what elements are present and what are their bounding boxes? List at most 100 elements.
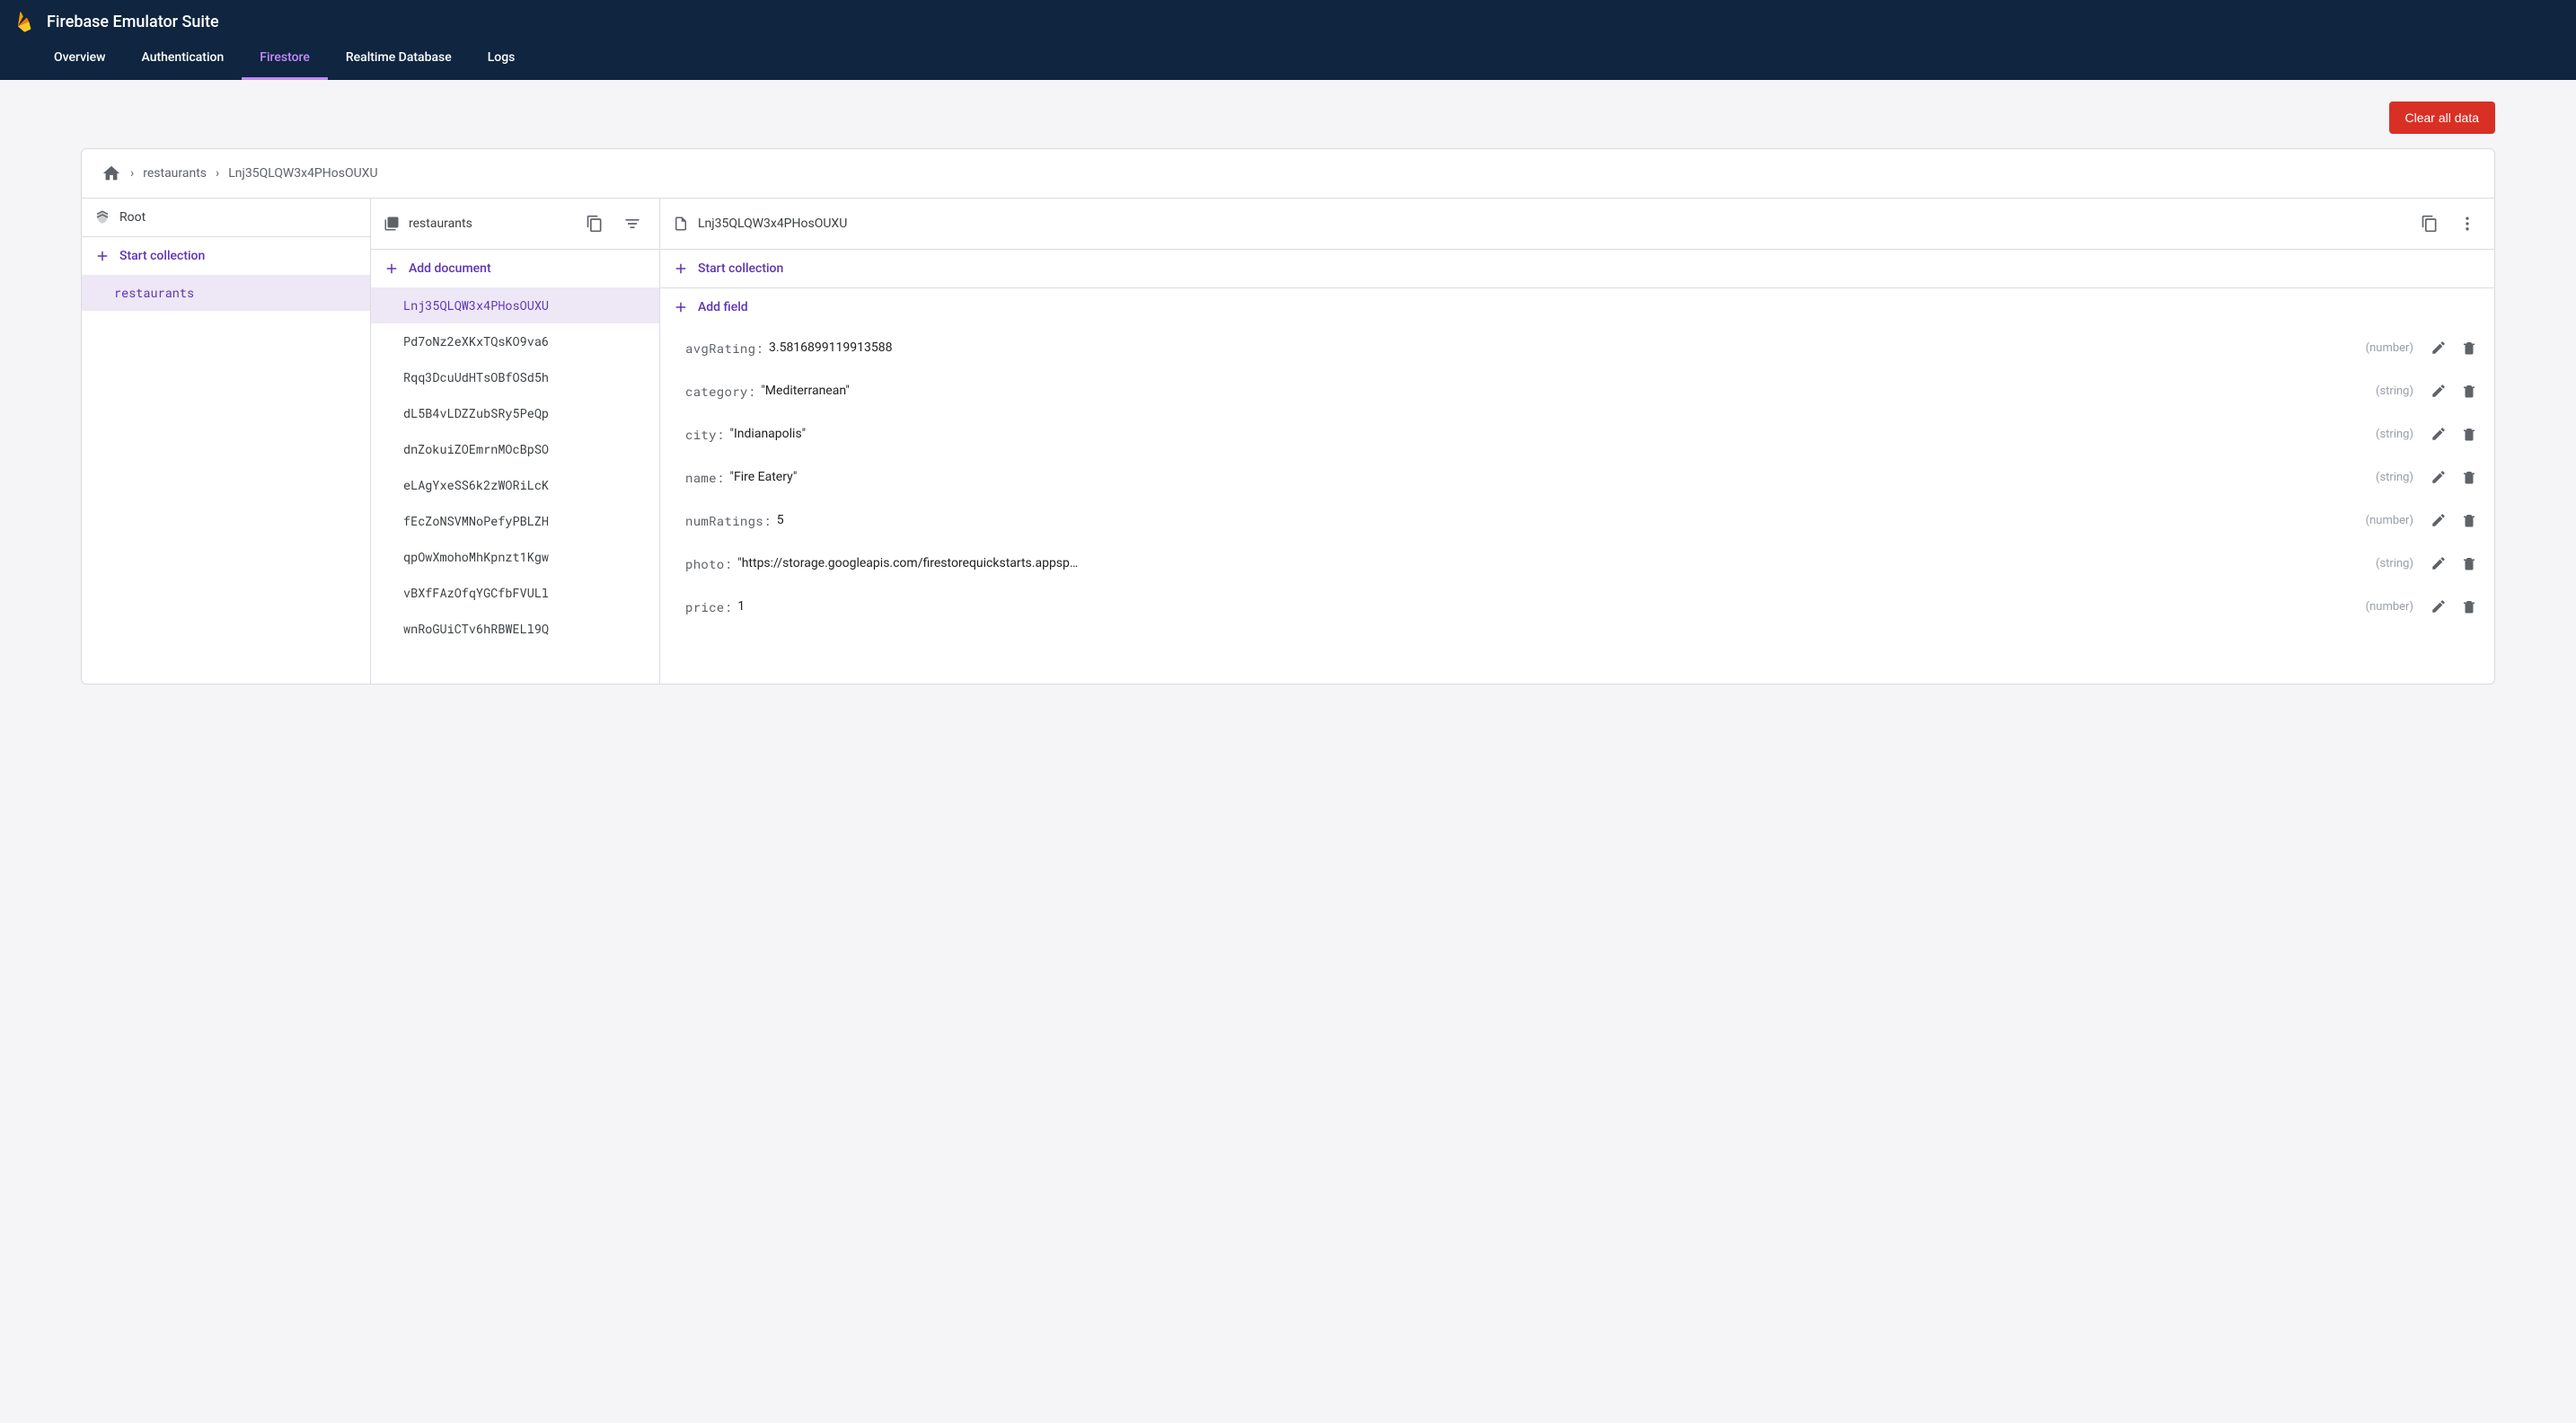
tab-authentication[interactable]: Authentication bbox=[123, 38, 242, 80]
field-actions bbox=[2426, 421, 2482, 446]
field-key: name: bbox=[685, 469, 725, 486]
root-items-list: restaurants bbox=[82, 275, 370, 311]
fields-column: Lnj35QLQW3x4PHosOUXU Start collection bbox=[660, 199, 2494, 684]
add-field-button[interactable]: Add field bbox=[660, 288, 2494, 326]
start-collection-button[interactable]: Start collection bbox=[660, 250, 2494, 287]
field-type: (number) bbox=[2366, 600, 2413, 614]
field-actions bbox=[2426, 551, 2482, 576]
document-items-list: Lnj35QLQW3x4PHosOUXUPd7oNz2eXKxTQsKO9va6… bbox=[371, 287, 659, 647]
field-type: (string) bbox=[2376, 428, 2413, 441]
field-value: "Fire Eatery" bbox=[730, 470, 1072, 484]
document-item[interactable]: Pd7oNz2eXKxTQsKO9va6 bbox=[371, 323, 659, 359]
add-field-label: Add field bbox=[698, 300, 748, 314]
document-item[interactable]: wnRoGUiCTv6hRBWELl9Q bbox=[371, 611, 659, 647]
edit-icon[interactable] bbox=[2426, 421, 2451, 446]
delete-icon[interactable] bbox=[2457, 378, 2482, 403]
field-key: category: bbox=[685, 383, 755, 400]
plus-icon bbox=[673, 261, 689, 277]
plus-icon bbox=[673, 299, 689, 315]
field-key: city: bbox=[685, 426, 725, 443]
fields-column-header: Lnj35QLQW3x4PHosOUXU bbox=[660, 199, 2494, 250]
field-key: avgRating: bbox=[685, 340, 763, 357]
field-actions bbox=[2426, 335, 2482, 360]
field-key: price: bbox=[685, 598, 732, 615]
breadcrumb-segment[interactable]: Lnj35QLQW3x4PHosOUXU bbox=[228, 166, 377, 181]
root-column-header: Root bbox=[82, 199, 370, 237]
plus-icon bbox=[94, 248, 110, 264]
field-row: photo: "https://storage.googleapis.com/fi… bbox=[660, 542, 2494, 585]
nav-tabs: OverviewAuthenticationFirestoreRealtime … bbox=[0, 38, 2576, 80]
field-actions bbox=[2426, 508, 2482, 533]
tab-overview[interactable]: Overview bbox=[36, 38, 123, 80]
field-key: numRatings: bbox=[685, 512, 772, 529]
documents-column: restaurants Add document Lnj35QLQW3x4PHo… bbox=[371, 199, 660, 684]
tab-logs[interactable]: Logs bbox=[470, 38, 534, 80]
delete-icon[interactable] bbox=[2457, 335, 2482, 360]
field-type: (number) bbox=[2366, 341, 2413, 355]
field-value: 1 bbox=[737, 599, 1079, 614]
field-value: 3.5816899119913588 bbox=[769, 340, 1110, 355]
breadcrumb-segment[interactable]: restaurants bbox=[143, 166, 207, 181]
document-item[interactable]: eLAgYxeSS6k2zWORiLcK bbox=[371, 467, 659, 503]
edit-icon[interactable] bbox=[2426, 335, 2451, 360]
firebase-logo-icon bbox=[14, 11, 36, 32]
home-icon[interactable] bbox=[101, 164, 121, 183]
documents-column-header: restaurants bbox=[371, 199, 659, 250]
chevron-right-icon: › bbox=[130, 166, 134, 181]
tab-firestore[interactable]: Firestore bbox=[242, 38, 328, 80]
field-type: (number) bbox=[2366, 514, 2413, 527]
copy-icon[interactable] bbox=[580, 209, 609, 238]
collection-item[interactable]: restaurants bbox=[82, 275, 370, 311]
delete-icon[interactable] bbox=[2457, 464, 2482, 490]
field-value: "Mediterranean" bbox=[761, 384, 1102, 398]
root-column: Root Start collection restaurants bbox=[82, 199, 371, 684]
breadcrumb: › restaurants › Lnj35QLQW3x4PHosOUXU bbox=[82, 149, 2494, 199]
root-column-title: Root bbox=[119, 210, 357, 225]
field-value: "Indianapolis" bbox=[730, 427, 1072, 441]
field-row: avgRating: 3.5816899119913588 (number) bbox=[660, 326, 2494, 369]
start-collection-label: Start collection bbox=[119, 249, 205, 263]
edit-icon[interactable] bbox=[2426, 594, 2451, 619]
delete-icon[interactable] bbox=[2457, 594, 2482, 619]
field-actions bbox=[2426, 378, 2482, 403]
edit-icon[interactable] bbox=[2426, 378, 2451, 403]
delete-icon[interactable] bbox=[2457, 421, 2482, 446]
fields-list: avgRating: 3.5816899119913588 (number) cate… bbox=[660, 326, 2494, 628]
start-collection-button[interactable]: Start collection bbox=[82, 237, 370, 275]
document-item[interactable]: Rqq3DcuUdHTsOBfOSd5h bbox=[371, 359, 659, 395]
document-item[interactable]: fEcZoNSVMNoPefyPBLZH bbox=[371, 503, 659, 539]
tab-realtime-database[interactable]: Realtime Database bbox=[328, 38, 470, 80]
plus-icon bbox=[384, 261, 400, 277]
edit-icon[interactable] bbox=[2426, 464, 2451, 490]
edit-icon[interactable] bbox=[2426, 508, 2451, 533]
field-key: photo: bbox=[685, 555, 732, 572]
document-item[interactable]: dL5B4vLDZZubSRy5PeQp bbox=[371, 395, 659, 431]
field-type: (string) bbox=[2376, 557, 2413, 570]
field-type: (string) bbox=[2376, 471, 2413, 484]
document-item[interactable]: Lnj35QLQW3x4PHosOUXU bbox=[371, 287, 659, 323]
app-title: Firebase Emulator Suite bbox=[47, 13, 219, 31]
field-value: "https://storage.googleapis.com/firestor… bbox=[737, 556, 1079, 570]
field-actions bbox=[2426, 594, 2482, 619]
filter-icon[interactable] bbox=[618, 209, 647, 238]
document-icon bbox=[673, 216, 689, 232]
field-row: name: "Fire Eatery" (string) bbox=[660, 455, 2494, 499]
columns-container: Root Start collection restaurants restau… bbox=[82, 199, 2494, 684]
clear-all-data-button[interactable]: Clear all data bbox=[2389, 102, 2496, 134]
edit-icon[interactable] bbox=[2426, 551, 2451, 576]
document-item[interactable]: dnZokuiZOEmrnMOcBpSO bbox=[371, 431, 659, 467]
root-icon bbox=[94, 209, 110, 225]
copy-icon[interactable] bbox=[2415, 209, 2444, 238]
delete-icon[interactable] bbox=[2457, 508, 2482, 533]
field-row: city: "Indianapolis" (string) bbox=[660, 412, 2494, 455]
field-actions bbox=[2426, 464, 2482, 490]
add-document-button[interactable]: Add document bbox=[371, 250, 659, 287]
add-document-label: Add document bbox=[409, 261, 491, 276]
field-value: 5 bbox=[777, 513, 1118, 527]
fields-column-title: Lnj35QLQW3x4PHosOUXU bbox=[698, 217, 2406, 231]
document-item[interactable]: vBXfFAzOfqYGCfbFVULl bbox=[371, 575, 659, 611]
delete-icon[interactable] bbox=[2457, 551, 2482, 576]
start-collection-label: Start collection bbox=[698, 261, 783, 276]
document-item[interactable]: qpOwXmohoMhKpnzt1Kgw bbox=[371, 539, 659, 575]
more-vert-icon[interactable] bbox=[2453, 209, 2482, 238]
